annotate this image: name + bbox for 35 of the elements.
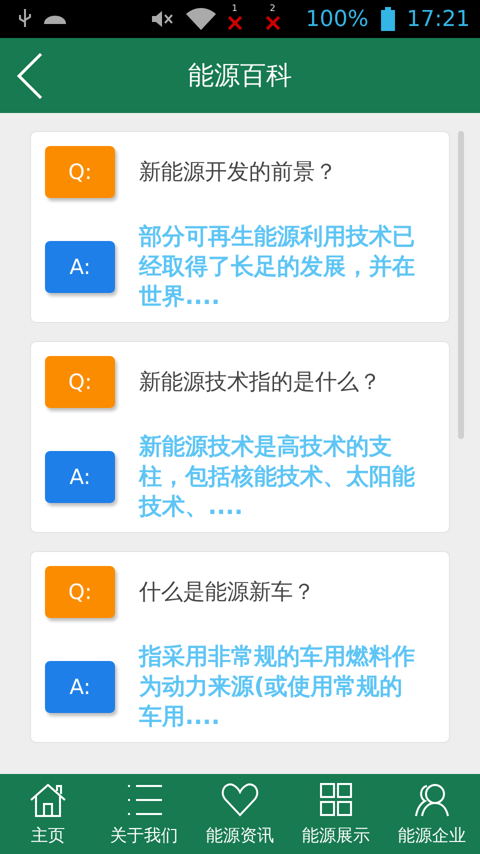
answer-text: 指采用非常规的车用燃料作为动力来源(或使用常规的车用.... <box>139 643 416 732</box>
question-text: 新能源技术指的是什么？ <box>139 369 381 397</box>
home-icon <box>28 782 68 818</box>
nav-tab[interactable]: 能源资讯 <box>192 782 288 846</box>
muted-speaker-icon <box>150 9 174 29</box>
nav-tab[interactable]: 关于我们 <box>96 782 192 846</box>
nav-tab[interactable]: 能源企业 <box>384 782 480 846</box>
answer-text: 部分可再生能源利用技术已经取得了长足的发展，并在世界.... <box>139 223 416 312</box>
no-signal-icon <box>266 16 280 30</box>
battery-icon <box>380 7 395 31</box>
wifi-icon <box>186 8 216 30</box>
question-text: 什么是能源新车？ <box>139 579 315 607</box>
heart-icon <box>220 782 260 818</box>
question-text: 新能源开发的前景？ <box>139 159 337 187</box>
sim-number: 1 <box>232 4 238 14</box>
question-badge: Q: <box>45 566 115 618</box>
qa-card[interactable]: Q: 新能源技术指的是什么？ A: 新能源技术是高技术的支柱，包括核能技术、太阳能技术、.... <box>30 341 450 533</box>
answer-badge: A: <box>45 661 115 713</box>
clock: 17:21 <box>406 6 470 32</box>
usb-icon <box>18 9 32 29</box>
nav-tab[interactable]: 主页 <box>0 782 96 846</box>
question-badge: Q: <box>45 356 115 408</box>
page-title: 能源百科 <box>188 60 292 93</box>
answer-badge: A: <box>45 451 115 503</box>
question-badge: Q: <box>45 146 115 198</box>
sim-number: 2 <box>270 4 276 14</box>
qa-card[interactable]: Q: 新能源开发的前景？ A: 部分可再生能源利用技术已经取得了长足的发展，并在世界.... <box>30 131 450 323</box>
nav-tab[interactable]: 能源展示 <box>288 782 384 846</box>
back-icon[interactable] <box>16 52 44 100</box>
answer-text: 新能源技术是高技术的支柱，包括核能技术、太阳能技术、.... <box>139 433 416 522</box>
qa-card[interactable]: Q: 什么是能源新车？ A: 指采用非常规的车用燃料作为动力来源(或使用常规的车用.... <box>30 551 450 743</box>
battery-percent: 100% <box>306 6 369 32</box>
answer-badge: A: <box>45 241 115 293</box>
people-icon <box>412 782 452 818</box>
no-signal-icon <box>228 16 242 30</box>
